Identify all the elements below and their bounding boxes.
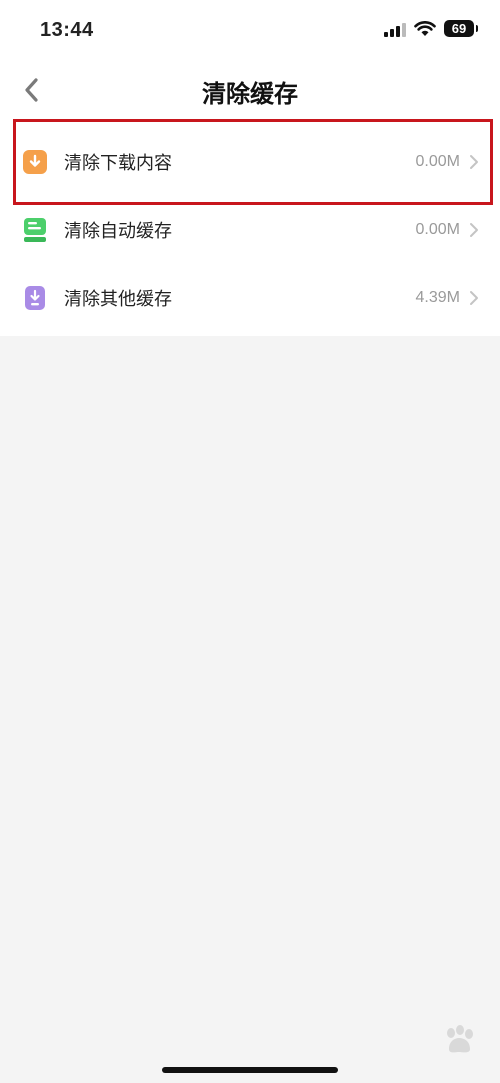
row-label: 清除自动缓存 — [64, 221, 172, 242]
row-value: 0.00M — [415, 153, 460, 170]
wifi-icon — [414, 20, 436, 36]
nav-bar: 清除缓存 — [0, 64, 500, 116]
home-indicator[interactable] — [162, 1067, 338, 1073]
clear-auto-cache-row[interactable]: 清除自动缓存 0.00M — [0, 196, 500, 264]
page-title: 清除缓存 — [202, 80, 298, 108]
status-icons: 69 — [384, 20, 478, 37]
row-value: 0.00M — [415, 221, 460, 238]
row-label: 清除下载内容 — [64, 153, 172, 174]
cellular-signal-icon — [384, 21, 406, 37]
paw-icon — [447, 1025, 473, 1053]
clear-other-cache-row[interactable]: 清除其他缓存 4.39M — [0, 264, 500, 332]
baidu-logo-watermark — [442, 1025, 476, 1055]
chevron-right-icon — [468, 220, 480, 240]
chevron-right-icon — [468, 152, 480, 172]
row-label: 清除其他缓存 — [64, 289, 172, 310]
status-time: 13:44 — [40, 19, 94, 41]
clear-download-row[interactable]: 清除下载内容 0.00M — [0, 128, 500, 196]
download-icon — [22, 149, 48, 175]
chevron-right-icon — [468, 288, 480, 308]
cache-list: 清除下载内容 0.00M 清除自动缓存 0.00M 清除其他缓存 4.39M — [0, 128, 500, 336]
row-value: 4.39M — [415, 289, 460, 306]
other-cache-icon — [22, 285, 48, 311]
battery-icon: 69 — [444, 20, 478, 37]
top-area: 13:44 69 清除缓存 清除下载内容 0.00M 清除自动缓存 0.00M … — [0, 0, 500, 336]
auto-cache-icon — [22, 217, 48, 243]
status-bar: 13:44 69 — [0, 0, 500, 64]
